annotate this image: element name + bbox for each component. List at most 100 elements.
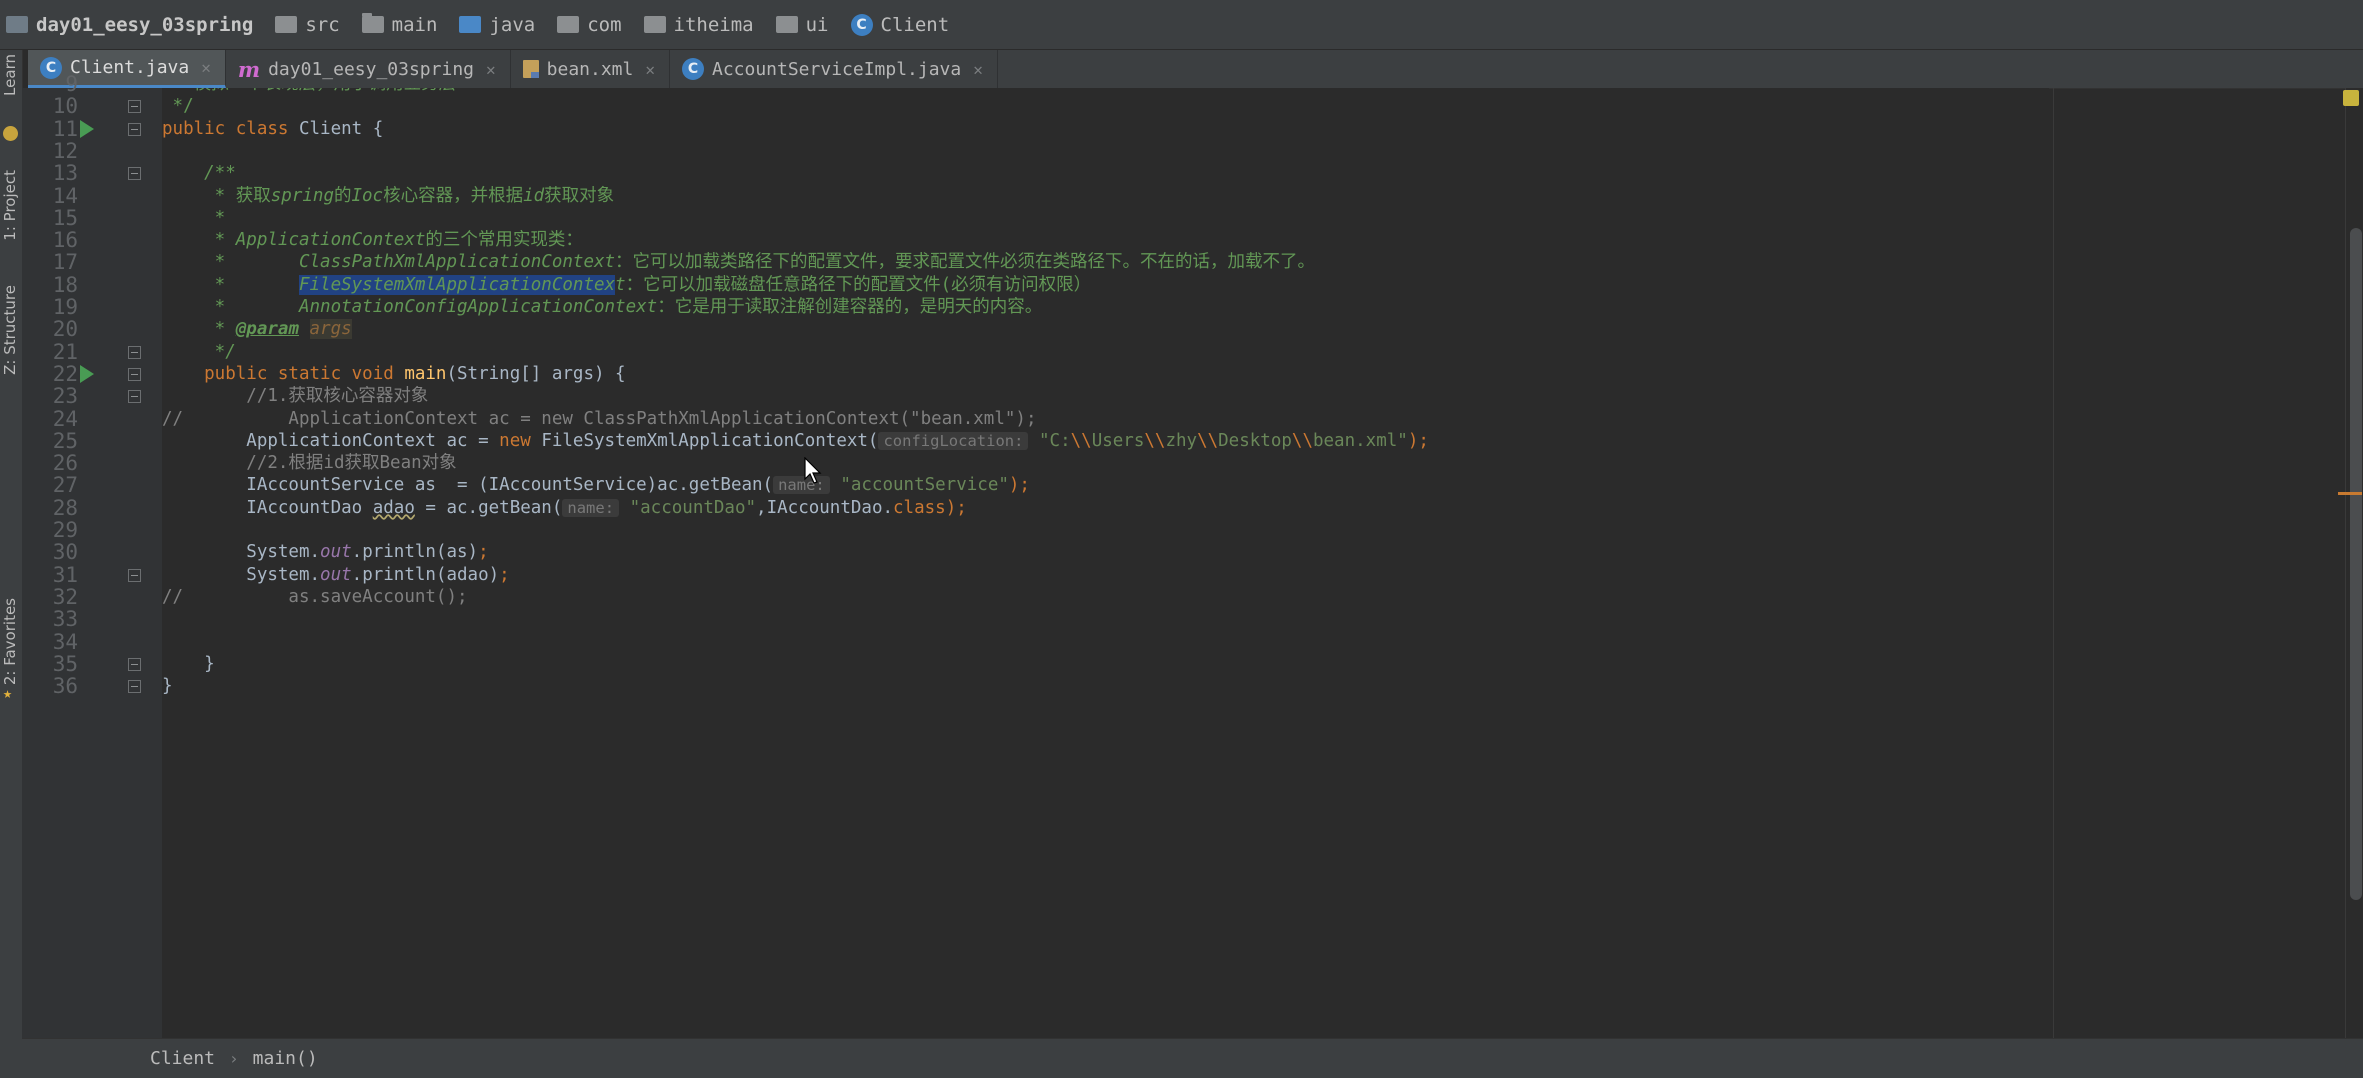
learn-icon bbox=[3, 126, 18, 141]
breadcrumb-com[interactable]: com bbox=[557, 14, 622, 36]
run-icon[interactable] bbox=[80, 364, 94, 383]
fold-marker-icon[interactable] bbox=[128, 568, 141, 582]
tab-account-service-impl[interactable]: C AccountServiceImpl.java ✕ bbox=[670, 50, 998, 88]
line-number: 33 bbox=[52, 607, 78, 632]
fold-marker-icon[interactable] bbox=[128, 345, 141, 359]
code-line[interactable]: public class Client { bbox=[162, 118, 2042, 140]
line-number: 31 bbox=[52, 562, 78, 587]
code-line[interactable]: } bbox=[162, 653, 2042, 675]
code-token: // ApplicationContext ac = new ClassPath… bbox=[162, 408, 1037, 429]
code-token: */ bbox=[162, 96, 194, 117]
code-token: FileSystemXmlApplicationContext( bbox=[541, 430, 879, 451]
code-token: FileSystemXmlApplicationContex bbox=[298, 274, 616, 295]
code-line[interactable]: * 获取spring的Ioc核心容器，并根据id获取对象 bbox=[162, 185, 2042, 207]
code-line[interactable]: */ bbox=[162, 341, 2042, 363]
line-number: 18 bbox=[52, 272, 78, 297]
error-stripe-mark[interactable] bbox=[2338, 492, 2362, 495]
code-line[interactable]: } bbox=[162, 675, 2042, 697]
run-icon[interactable] bbox=[80, 119, 94, 138]
code-line[interactable]: * FileSystemXmlApplicationContext：它可以加载磁… bbox=[162, 274, 2042, 296]
breadcrumb-class[interactable]: Client bbox=[150, 1048, 215, 1069]
code-line[interactable]: IAccountService as = (IAccountService)ac… bbox=[162, 474, 2042, 496]
code-line[interactable]: ApplicationContext ac = new FileSystemXm… bbox=[162, 430, 2042, 452]
code-token: System. bbox=[162, 564, 321, 585]
line-number: 26 bbox=[52, 451, 78, 476]
line-number: 16 bbox=[52, 228, 78, 253]
code-line[interactable]: //1.获取核心容器对象 bbox=[162, 385, 2042, 407]
code-token: System. bbox=[162, 542, 321, 563]
code-token: ：它可以加载磁盘任意路径下的配置文件(必须有访问权限） bbox=[625, 274, 1092, 295]
line-number: 30 bbox=[52, 540, 78, 565]
right-margin-guide bbox=[2053, 88, 2054, 1038]
fold-marker-icon[interactable] bbox=[128, 167, 141, 181]
code-token: ); bbox=[945, 497, 967, 518]
structure-tool-button[interactable]: Z: Structure bbox=[1, 285, 19, 375]
code-editor[interactable]: * 模拟一个表现层，用于调用业务层 */public class Client … bbox=[162, 88, 2049, 1038]
code-token: ); bbox=[1407, 430, 1429, 451]
close-icon[interactable]: ✕ bbox=[973, 60, 983, 79]
code-token: zhy bbox=[1165, 430, 1198, 451]
code-line[interactable]: //2.根据id获取Bean对象 bbox=[162, 452, 2042, 474]
close-icon[interactable]: ✕ bbox=[201, 58, 211, 77]
code-line[interactable]: System.out.println(as); bbox=[162, 541, 2042, 563]
breadcrumb-src[interactable]: src bbox=[275, 14, 340, 36]
code-line[interactable]: * bbox=[162, 207, 2042, 229]
learn-tool-button[interactable]: Learn bbox=[1, 54, 19, 96]
breadcrumb-main[interactable]: main bbox=[361, 13, 437, 36]
code-token: 获取 bbox=[235, 185, 271, 206]
fold-marker-icon[interactable] bbox=[128, 657, 141, 671]
breadcrumb-ui[interactable]: ui bbox=[775, 14, 829, 36]
code-line[interactable]: * 模拟一个表现层，用于调用业务层 bbox=[162, 88, 2042, 95]
close-icon[interactable]: ✕ bbox=[645, 60, 655, 79]
fold-marker-icon[interactable] bbox=[128, 390, 141, 404]
code-token: "accountDao" bbox=[629, 497, 757, 518]
code-token: out bbox=[320, 564, 352, 585]
code-token: ApplicationContext ac = bbox=[162, 430, 500, 451]
tab-pom[interactable]: m day01_eesy_03spring ✕ bbox=[226, 50, 511, 88]
folder-icon bbox=[361, 13, 384, 33]
close-icon[interactable]: ✕ bbox=[486, 60, 496, 79]
code-token: ,IAccountDao. bbox=[756, 497, 894, 518]
code-line[interactable]: // as.saveAccount(); bbox=[162, 586, 2042, 608]
code-line[interactable]: /** bbox=[162, 162, 2042, 184]
code-line[interactable]: * ApplicationContext的三个常用实现类： bbox=[162, 229, 2042, 251]
code-token: t bbox=[615, 274, 626, 295]
code-line[interactable]: System.out.println(adao); bbox=[162, 564, 2042, 586]
breadcrumb-method[interactable]: main() bbox=[253, 1048, 318, 1069]
code-line[interactable]: // ApplicationContext ac = new ClassPath… bbox=[162, 408, 2042, 430]
code-token: 获取对象 bbox=[544, 185, 615, 206]
inspection-status-icon[interactable] bbox=[2343, 90, 2359, 106]
line-number: 29 bbox=[52, 518, 78, 542]
favorites-tool-button[interactable]: 2: Favorites bbox=[1, 598, 19, 685]
breadcrumb-client[interactable]: C Client bbox=[850, 13, 949, 36]
code-token: ：它是用于读取注解创建容器的，是明天的内容。 bbox=[657, 297, 1043, 317]
breadcrumb-itheima[interactable]: itheima bbox=[643, 14, 754, 36]
tab-bean-xml[interactable]: bean.xml ✕ bbox=[511, 50, 670, 88]
code-token: args bbox=[309, 319, 352, 340]
code-token: "C: bbox=[1039, 430, 1071, 451]
fold-marker-icon[interactable] bbox=[128, 680, 141, 694]
code-line[interactable]: * @param args bbox=[162, 318, 2042, 340]
project-tool-button[interactable]: 1: Project bbox=[1, 170, 19, 241]
code-token: // as.saveAccount(); bbox=[162, 586, 468, 607]
line-number: 19 bbox=[52, 295, 78, 319]
code-line[interactable]: public static void main(String[] args) { bbox=[162, 363, 2042, 385]
fold-marker-icon[interactable] bbox=[128, 100, 141, 114]
star-icon: ★ bbox=[3, 684, 13, 702]
code-line[interactable]: */ bbox=[162, 95, 2042, 117]
code-token: @param bbox=[235, 319, 299, 340]
code-token: ); bbox=[1008, 475, 1030, 496]
breadcrumb-module[interactable]: day01_eesy_03spring bbox=[6, 14, 253, 36]
code-token: \\ bbox=[1197, 430, 1219, 451]
code-line[interactable]: * AnnotationConfigApplicationContext：它是用… bbox=[162, 296, 2042, 318]
fold-marker-icon[interactable] bbox=[128, 122, 141, 136]
code-token: //2.根据id获取Bean对象 bbox=[162, 453, 457, 474]
parameter-hint: name: bbox=[562, 498, 620, 517]
breadcrumb-java[interactable]: java bbox=[459, 14, 535, 36]
code-line[interactable]: IAccountDao adao = ac.getBean(name: "acc… bbox=[162, 497, 2042, 519]
scrollbar-thumb[interactable] bbox=[2350, 228, 2362, 900]
code-token: \\ bbox=[1070, 430, 1092, 451]
code-token: .println(as) bbox=[351, 542, 479, 563]
code-line[interactable]: * ClassPathXmlApplicationContext：它可以加载类路… bbox=[162, 251, 2042, 273]
fold-marker-icon[interactable] bbox=[128, 367, 141, 381]
